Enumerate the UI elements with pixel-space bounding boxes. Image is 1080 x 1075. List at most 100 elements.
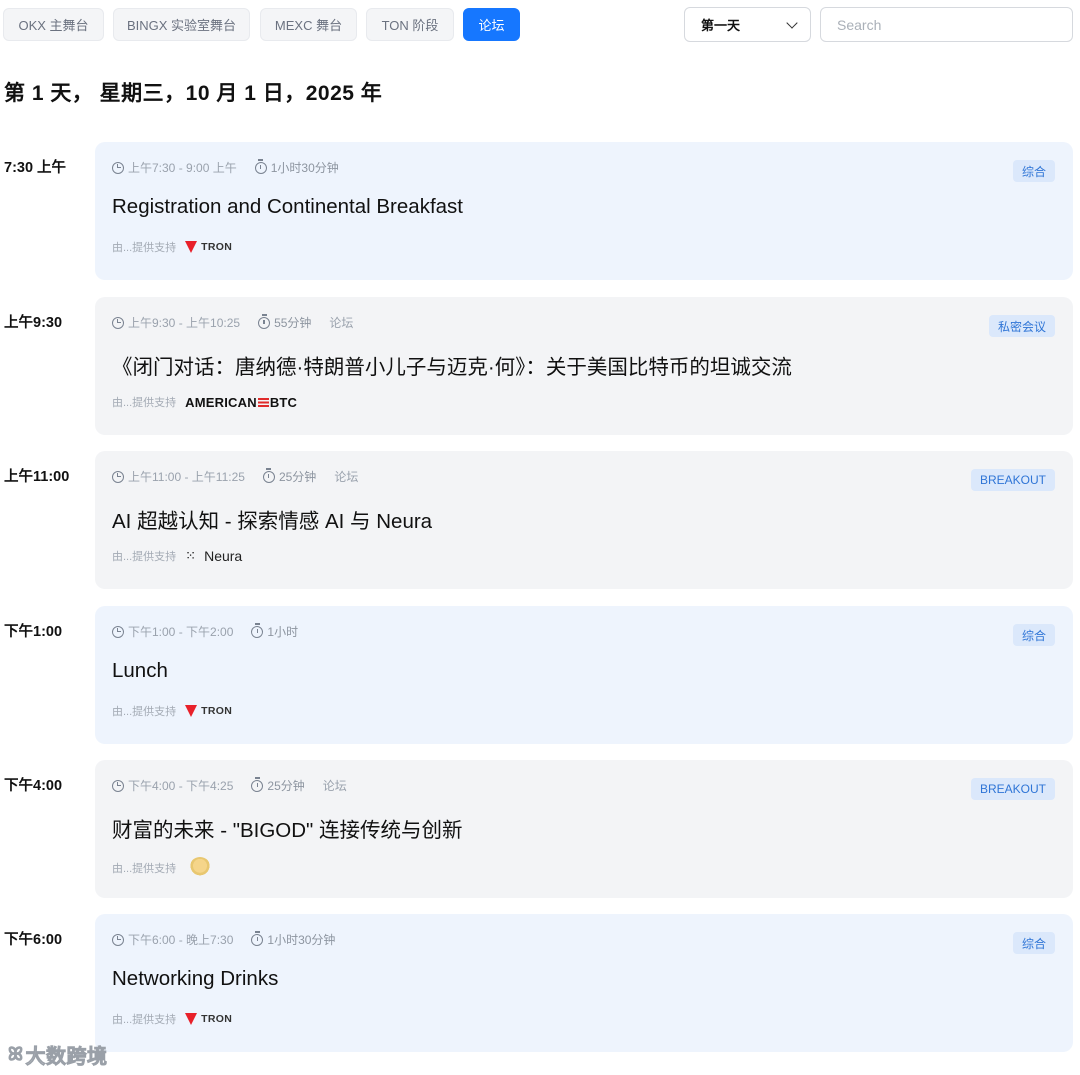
event-time-range: 下午4:00 - 下午4:25 bbox=[128, 779, 234, 793]
event-type-badge: BREAKOUT bbox=[970, 778, 1055, 800]
event-row: 下午4:00 下午4:00 - 下午4:25 25分钟 论坛 BREAKOUT … bbox=[0, 760, 1080, 898]
tab-bingx-lab-stage[interactable]: BINGX 实验室舞台 bbox=[113, 8, 250, 41]
watermark: ꕤ 大数跨境 bbox=[8, 1040, 108, 1069]
event-sponsor: 由...提供支持 ⁙ Neura bbox=[112, 548, 242, 564]
clock-icon bbox=[112, 933, 124, 946]
tab-okx-main-stage[interactable]: OKX 主舞台 bbox=[3, 8, 104, 41]
event-row: 下午1:00 下午1:00 - 下午2:00 1小时 综合 Lunch 由...… bbox=[0, 606, 1080, 744]
event-duration: 25分钟 bbox=[267, 779, 305, 793]
event-title[interactable]: 财富的未来 - "BIGOD" 连接传统与创新 bbox=[112, 813, 463, 843]
event-card[interactable]: 上午9:30 - 上午10:25 55分钟 论坛 私密会议 《闭门对话：唐纳德·… bbox=[95, 297, 1073, 435]
event-duration: 55分钟 bbox=[274, 316, 312, 330]
timer-icon bbox=[254, 159, 267, 174]
event-type-badge: 私密会议 bbox=[988, 315, 1055, 337]
event-type-badge: 综合 bbox=[1012, 624, 1055, 646]
event-time-range: 下午6:00 - 晚上7:30 bbox=[128, 933, 234, 947]
sponsor-prefix: 由...提供支持 bbox=[112, 397, 177, 409]
event-meta: 上午9:30 - 上午10:25 55分钟 论坛 bbox=[112, 314, 371, 331]
event-start-time: 下午1:00 bbox=[4, 624, 63, 640]
tab-ton-stage[interactable]: TON 阶段 bbox=[366, 8, 454, 41]
event-type-badge: 综合 bbox=[1012, 160, 1055, 182]
event-sponsor: 由...提供支持 AMERICAN BTC bbox=[112, 394, 297, 410]
event-venue: 论坛 bbox=[334, 470, 359, 484]
day-title: 第 1 天， 星期三，10 月 1 日，2025 年 bbox=[4, 82, 383, 105]
event-duration: 1小时30分钟 bbox=[267, 933, 336, 947]
sponsor-name: TRON bbox=[201, 705, 233, 717]
tron-logo: TRON bbox=[185, 705, 232, 717]
timer-icon bbox=[251, 623, 264, 638]
sponsor-prefix: 由...提供支持 bbox=[112, 863, 177, 875]
event-sponsor: 由...提供支持 bbox=[112, 857, 212, 879]
sponsor-prefix: 由...提供支持 bbox=[112, 706, 177, 718]
event-time-range: 上午7:30 - 9:00 上午 bbox=[128, 161, 237, 175]
clock-icon bbox=[112, 470, 124, 483]
event-title[interactable]: Networking Drinks bbox=[112, 967, 278, 991]
event-card[interactable]: 上午7:30 - 9:00 上午 1小时30分钟 综合 Registration… bbox=[95, 142, 1073, 280]
event-row: 上午9:30 上午9:30 - 上午10:25 55分钟 论坛 私密会议 《闭门… bbox=[0, 297, 1080, 435]
sponsor-prefix: 由...提供支持 bbox=[112, 551, 177, 563]
event-card[interactable]: 上午11:00 - 上午11:25 25分钟 论坛 BREAKOUT AI 超越… bbox=[95, 451, 1073, 589]
timer-icon bbox=[258, 314, 271, 329]
day-select[interactable]: 第一天 bbox=[684, 7, 811, 42]
day-select-value: 第一天 bbox=[701, 18, 741, 33]
search-input[interactable] bbox=[820, 7, 1073, 42]
timer-icon bbox=[262, 468, 275, 483]
tron-logo: TRON bbox=[185, 241, 232, 253]
timer-icon bbox=[251, 931, 264, 946]
event-title[interactable]: Lunch bbox=[112, 659, 168, 683]
event-row: 下午6:00 下午6:00 - 晚上7:30 1小时30分钟 综合 Networ… bbox=[0, 914, 1080, 1052]
sponsor-name: TRON bbox=[201, 1013, 233, 1025]
event-meta: 上午7:30 - 9:00 上午 1小时30分钟 bbox=[112, 159, 357, 176]
event-start-time: 7:30 上午 bbox=[4, 160, 67, 176]
tab-forum[interactable]: 论坛 bbox=[463, 8, 520, 41]
clock-icon bbox=[112, 316, 124, 329]
watermark-text: 大数跨境 bbox=[25, 1046, 108, 1069]
event-sponsor: 由...提供支持 TRON bbox=[112, 239, 232, 255]
event-duration: 25分钟 bbox=[278, 470, 317, 484]
event-duration: 1小时 bbox=[267, 625, 299, 639]
timer-icon bbox=[251, 777, 264, 792]
tron-logo: TRON bbox=[185, 1013, 232, 1025]
event-meta: 下午6:00 - 晚上7:30 1小时30分钟 bbox=[112, 931, 353, 948]
event-sponsor: 由...提供支持 TRON bbox=[112, 703, 232, 719]
event-time-range: 下午1:00 - 下午2:00 bbox=[128, 625, 234, 639]
event-title[interactable]: 《闭门对话：唐纳德·特朗普小儿子与迈克·何》：关于美国比特币的坦诚交流 bbox=[112, 350, 792, 380]
event-start-time: 下午4:00 bbox=[4, 778, 63, 794]
tron-triangle-icon bbox=[185, 241, 198, 253]
event-title[interactable]: Registration and Continental Breakfast bbox=[112, 195, 463, 219]
event-venue: 论坛 bbox=[329, 316, 354, 330]
neura-logo: ⁙ Neura bbox=[185, 548, 242, 564]
tron-triangle-icon bbox=[185, 705, 198, 717]
chevron-down-icon bbox=[786, 16, 798, 29]
sponsor-prefix: 由...提供支持 bbox=[112, 242, 177, 254]
event-sponsor: 由...提供支持 TRON bbox=[112, 1011, 232, 1027]
event-start-time: 下午6:00 bbox=[4, 932, 63, 948]
event-card[interactable]: 下午1:00 - 下午2:00 1小时 综合 Lunch 由...提供支持 TR… bbox=[95, 606, 1073, 744]
event-type-badge: 综合 bbox=[1012, 932, 1055, 954]
event-duration: 1小时30分钟 bbox=[270, 161, 339, 175]
event-title[interactable]: AI 超越认知 - 探索情感 AI 与 Neura bbox=[112, 504, 432, 534]
event-card[interactable]: 下午6:00 - 晚上7:30 1小时30分钟 综合 Networking Dr… bbox=[95, 914, 1073, 1052]
tron-triangle-icon bbox=[185, 1013, 198, 1025]
event-venue: 论坛 bbox=[322, 779, 347, 793]
bigod-logo bbox=[189, 857, 212, 879]
american-btc-bars-icon bbox=[257, 397, 269, 407]
event-row: 上午11:00 上午11:00 - 上午11:25 25分钟 论坛 BREAKO… bbox=[0, 451, 1080, 589]
event-time-range: 上午11:00 - 上午11:25 bbox=[128, 470, 245, 484]
event-time-range: 上午9:30 - 上午10:25 bbox=[128, 316, 241, 330]
event-type-badge: BREAKOUT bbox=[970, 469, 1055, 491]
clock-icon bbox=[112, 161, 124, 174]
watermark-logo-icon: ꕤ bbox=[8, 1044, 24, 1065]
clock-icon bbox=[112, 779, 124, 792]
tab-mexc-stage[interactable]: MEXC 舞台 bbox=[260, 8, 357, 41]
clock-icon bbox=[112, 625, 124, 638]
event-meta: 上午11:00 - 上午11:25 25分钟 论坛 bbox=[112, 468, 376, 485]
event-card[interactable]: 下午4:00 - 下午4:25 25分钟 论坛 BREAKOUT 财富的未来 -… bbox=[95, 760, 1073, 898]
top-bar: OKX 主舞台 BINGX 实验室舞台 MEXC 舞台 TON 阶段 论坛 第一… bbox=[3, 7, 1073, 42]
event-start-time: 上午11:00 bbox=[4, 469, 70, 485]
event-meta: 下午4:00 - 下午4:25 25分钟 论坛 bbox=[112, 777, 365, 794]
event-meta: 下午1:00 - 下午2:00 1小时 bbox=[112, 623, 316, 640]
sponsor-prefix: 由...提供支持 bbox=[112, 1014, 177, 1026]
neura-mark-icon: ⁙ bbox=[185, 548, 197, 563]
sponsor-name: Neura bbox=[204, 548, 243, 564]
